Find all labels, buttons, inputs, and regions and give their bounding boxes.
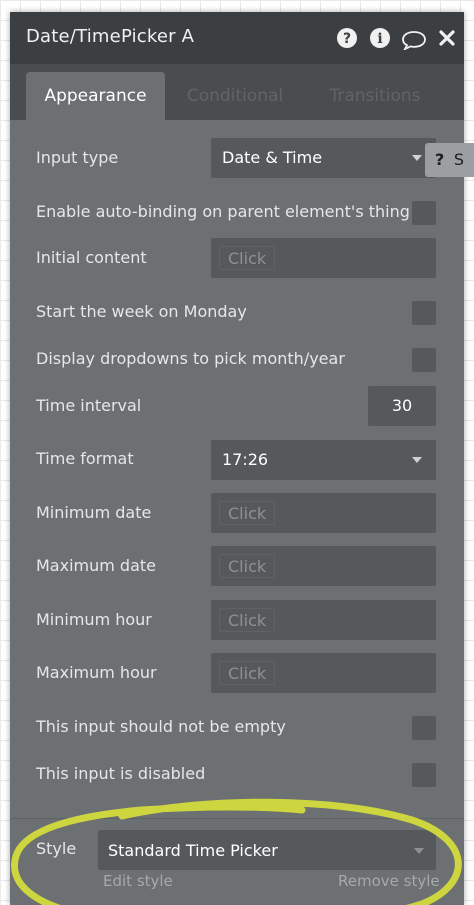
auto-binding-checkbox[interactable] [412,201,436,225]
remove-style-link[interactable]: Remove style [338,872,440,890]
side-chip-label: S [453,150,465,169]
style-label: Style [36,839,77,858]
tab-appearance[interactable]: Appearance [26,72,165,120]
max-hour-field[interactable]: Click [211,653,436,693]
not-empty-label: This input should not be empty [36,717,286,736]
property-editor-panel: Date/TimePicker A ? i Appearance Conditi [10,12,464,905]
min-date-label: Minimum date [36,503,152,522]
chevron-down-icon [412,457,422,463]
max-date-field[interactable]: Click [211,546,436,586]
help-icon[interactable]: ? [336,27,358,49]
max-date-label: Maximum date [36,556,156,575]
svg-text:i: i [377,31,382,47]
time-interval-label: Time interval [36,396,142,415]
initial-content-field[interactable]: Click [211,238,436,278]
svg-text:?: ? [343,31,351,47]
comment-icon[interactable] [400,29,428,51]
initial-content-label: Initial content [36,248,147,267]
initial-content-click[interactable]: Click [219,246,276,270]
month-year-dropdowns-checkbox[interactable] [412,348,436,372]
section-divider [10,818,464,819]
input-type-dropdown[interactable]: Date & Time [211,138,436,178]
week-monday-label: Start the week on Monday [36,302,247,321]
tab-conditional[interactable]: Conditional [180,72,290,120]
close-icon[interactable] [436,27,458,49]
not-empty-checkbox[interactable] [412,716,436,740]
input-type-value: Date & Time [222,148,323,167]
panel-title: Date/TimePicker A [26,26,195,47]
chevron-down-icon [412,155,422,161]
time-interval-input[interactable]: 30 [368,386,436,426]
time-format-dropdown[interactable]: 17:26 [211,440,436,480]
max-hour-click[interactable]: Click [219,661,276,685]
side-help-chip[interactable]: ? S [425,143,474,177]
min-date-field[interactable]: Click [211,493,436,533]
tab-transitions[interactable]: Transitions [320,72,430,120]
disabled-checkbox[interactable] [412,763,436,787]
min-hour-click[interactable]: Click [219,608,276,632]
min-hour-label: Minimum hour [36,610,152,629]
input-type-label: Input type [36,148,119,167]
auto-binding-label: Enable auto-binding on parent element's … [36,202,410,221]
time-format-label: Time format [36,449,134,468]
max-date-click[interactable]: Click [219,554,276,578]
disabled-label: This input is disabled [36,764,206,783]
time-format-value: 17:26 [222,450,269,469]
style-value: Standard Time Picker [108,841,278,860]
panel-titlebar: Date/TimePicker A ? i [10,12,464,64]
style-dropdown[interactable]: Standard Time Picker [98,830,436,870]
question-mark-icon: ? [435,150,445,169]
min-date-click[interactable]: Click [219,501,276,525]
chevron-down-icon [414,848,424,854]
week-monday-checkbox[interactable] [412,301,436,325]
min-hour-field[interactable]: Click [211,600,436,640]
info-icon[interactable]: i [369,27,391,49]
edit-style-link[interactable]: Edit style [103,872,173,890]
month-year-dropdowns-label: Display dropdowns to pick month/year [36,349,345,368]
max-hour-label: Maximum hour [36,663,157,682]
